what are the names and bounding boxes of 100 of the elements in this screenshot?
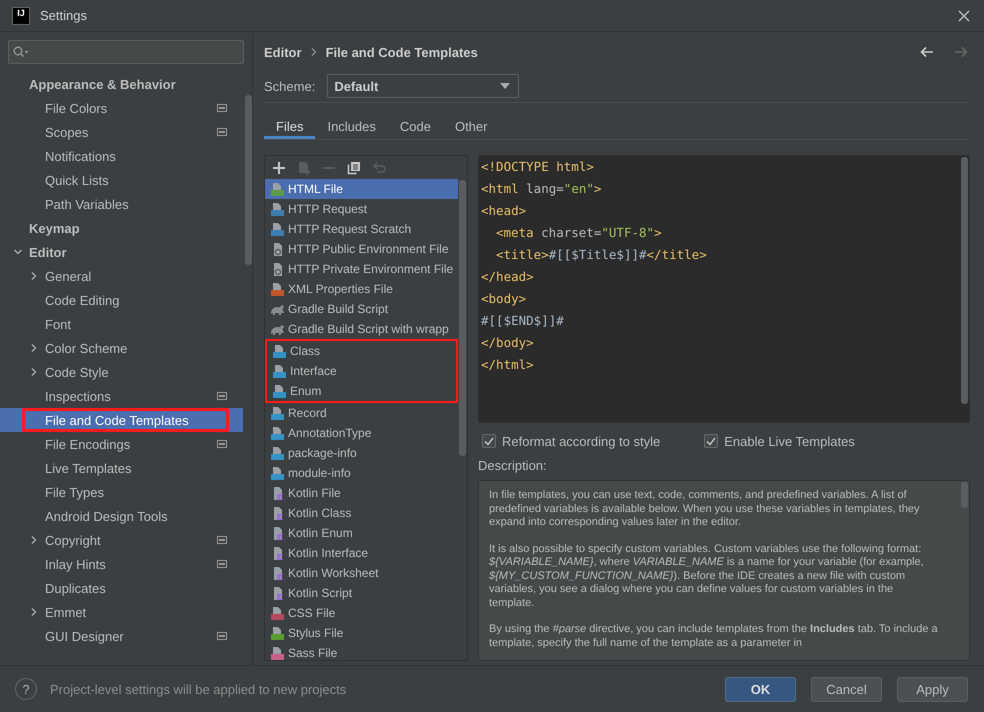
sidebar-item[interactable]: Inspections	[0, 384, 243, 408]
sidebar-item[interactable]: General	[0, 264, 243, 288]
code-line: <title>#[[$Title$]]#</title>	[495, 246, 708, 264]
template-item[interactable]: package-info	[265, 443, 458, 463]
template-item[interactable]: Sass File	[265, 643, 458, 660]
sidebar-item[interactable]: Notifications	[0, 144, 243, 168]
sidebar-item[interactable]: Duplicates	[0, 576, 243, 600]
tab[interactable]: Includes	[315, 114, 388, 139]
code-line: </body>	[480, 334, 535, 352]
scrollbar-thumb[interactable]	[961, 157, 968, 404]
checkbox-label[interactable]: Enable Live Templates	[724, 434, 855, 448]
template-item[interactable]: Interface	[267, 361, 456, 381]
file-icon	[270, 406, 285, 420]
search-icon	[13, 46, 29, 58]
sidebar-item[interactable]: Keymap	[0, 216, 243, 240]
file-icon	[270, 182, 285, 196]
template-item[interactable]: Kotlin Interface	[265, 543, 458, 563]
file-icon	[272, 364, 287, 378]
checkbox[interactable]	[482, 434, 496, 448]
code-line: <meta charset="UTF-8">	[495, 224, 663, 242]
checkbox[interactable]	[704, 434, 718, 448]
sidebar-item[interactable]: Quick Lists	[0, 168, 243, 192]
file-icon	[270, 222, 285, 236]
help-button[interactable]: ?	[15, 678, 37, 700]
copy-icon[interactable]	[347, 160, 361, 174]
back-arrow-icon[interactable]	[920, 46, 934, 58]
template-item[interactable]: Stylus File	[265, 623, 458, 643]
template-item[interactable]: HTML File	[265, 179, 458, 199]
sidebar-item[interactable]: File Encodings	[0, 432, 243, 456]
sidebar-item[interactable]: File Types	[0, 480, 243, 504]
file-icon	[270, 202, 285, 216]
breadcrumb-item: File and Code Templates	[326, 44, 478, 60]
scrollbar-thumb[interactable]	[245, 95, 252, 265]
footer-note: Project-level settings will be applied to new projects	[50, 682, 346, 696]
sidebar-item[interactable]: Android Design Tools	[0, 504, 243, 528]
code-line: <html lang="en">	[480, 180, 602, 198]
template-item[interactable]: Gradle Build Script with wrapp	[265, 319, 458, 339]
sidebar-item[interactable]: Appearance & Behavior	[0, 72, 243, 96]
template-item[interactable]: Class	[267, 341, 456, 361]
check-icon	[706, 436, 716, 446]
scrollbar-thumb[interactable]	[459, 180, 466, 456]
breadcrumb-item[interactable]: Editor	[264, 44, 302, 60]
template-item[interactable]: Record	[265, 403, 458, 423]
file-icon	[270, 646, 285, 660]
code-line: #[[$END$]]#	[480, 312, 565, 330]
chevron-icon	[310, 47, 318, 57]
sidebar-item[interactable]: Emmet	[0, 600, 243, 624]
template-item[interactable]: Enum	[267, 381, 456, 401]
sidebar-item[interactable]: Editor	[0, 240, 243, 264]
scrollbar-thumb[interactable]	[961, 482, 968, 508]
description-label: Description:	[478, 458, 548, 475]
file-icon	[270, 626, 285, 640]
code-line: <head>	[480, 202, 528, 220]
tab[interactable]: Code	[388, 114, 443, 139]
scheme-label: Scheme:	[264, 78, 316, 94]
template-item[interactable]: Kotlin Enum	[265, 523, 458, 543]
code-editor[interactable]: <!DOCTYPE html> <html lang="en"> <head> <meta charset="UTF-8"> <title>#[[$Title$]]#</title> </head> <body> #[[$END$]]# </body> </html>	[478, 155, 970, 423]
template-item[interactable]: Gradle Build Script	[265, 299, 458, 319]
sidebar-item[interactable]: File Colors	[0, 96, 243, 120]
sidebar-item[interactable]: GUI Designer	[0, 624, 243, 648]
file-icon	[272, 384, 287, 398]
search-field[interactable]	[8, 40, 244, 64]
template-item[interactable]: Kotlin File	[265, 483, 458, 503]
template-item[interactable]: Kotlin Script	[265, 583, 458, 603]
sidebar-item[interactable]: Code Style	[0, 360, 243, 384]
file-icon	[270, 606, 285, 620]
sidebar-item[interactable]: Live Templates	[0, 456, 243, 480]
template-item[interactable]: HTTP Public Environment File	[265, 239, 458, 259]
description-text: In file templates, you can use text, code, comments, and predefined variables. A list of predefined variables is available below. When you use these variables in templates, they expand into corresponding values later in the editor.	[489, 489, 920, 530]
close-icon[interactable]	[958, 10, 970, 22]
template-item[interactable]: Kotlin Worksheet	[265, 563, 458, 583]
plus-icon[interactable]	[272, 160, 286, 174]
dialog-button[interactable]: Apply	[897, 676, 968, 702]
dialog-button[interactable]: Cancel	[811, 676, 882, 702]
code-line: </head>	[480, 268, 535, 286]
tab[interactable]: Files	[264, 114, 316, 139]
template-item[interactable]: HTTP Request Scratch	[265, 219, 458, 239]
description-text: It is also possible to specify custom variables. Custom variables use the following format: ${VARIABLE_NAME}, where VARIABLE_NAME is a name for your variable (for example, ${MY_CUSTOM_FUNCTION_NAME}). Before the IDE creates a new file with custom variables, you see a dialog where you can define values for custom variables in the template.	[489, 542, 925, 610]
sidebar-item[interactable]: Inlay Hints	[0, 552, 243, 576]
template-item[interactable]: Kotlin Class	[265, 503, 458, 523]
template-item[interactable]: HTTP Request	[265, 199, 458, 219]
checkbox-label[interactable]: Reformat according to style	[502, 434, 660, 448]
template-item[interactable]: HTTP Private Environment File	[265, 259, 458, 279]
template-item[interactable]: CSS File	[265, 603, 458, 623]
template-item[interactable]: XML Properties File	[265, 279, 458, 299]
window-title: Settings	[40, 8, 87, 23]
scheme-dropdown[interactable]: Default	[327, 74, 520, 98]
file-icon	[272, 344, 287, 358]
dropdown-arrow-icon	[500, 83, 510, 89]
dialog-button[interactable]: OK	[725, 676, 796, 702]
tab[interactable]: Other	[442, 114, 500, 139]
template-item[interactable]: AnnotationType	[265, 423, 458, 443]
sidebar-item[interactable]: Font	[0, 312, 243, 336]
sidebar-item[interactable]: Color Scheme	[0, 336, 243, 360]
sidebar-item[interactable]: Scopes	[0, 120, 243, 144]
sidebar-item[interactable]: Code Editing	[0, 288, 243, 312]
template-item[interactable]: module-info	[265, 463, 458, 483]
sidebar-item[interactable]: Copyright	[0, 528, 243, 552]
sidebar-item[interactable]: Path Variables	[0, 192, 243, 216]
code-line: </html>	[480, 356, 535, 374]
